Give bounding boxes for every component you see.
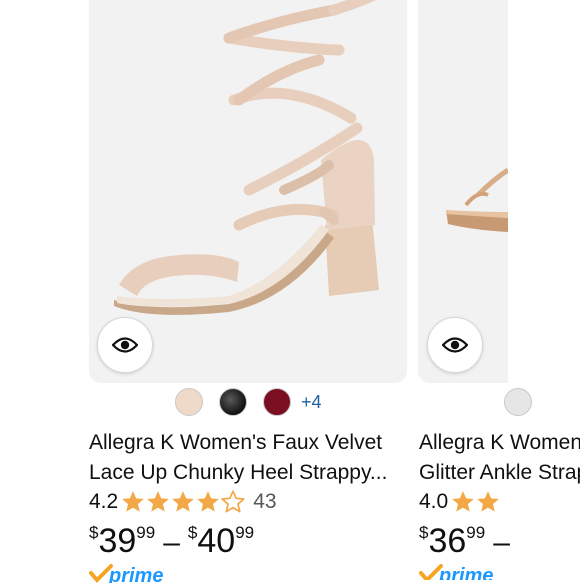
review-count: 43 (253, 490, 277, 513)
price-fraction: 99 (466, 523, 486, 542)
rating-row[interactable]: 4.0 (419, 489, 500, 515)
price-range: $ 39 99 – $ 40 99 (89, 520, 254, 566)
price-fraction: 99 (235, 523, 255, 542)
prime-logo-icon: prime (89, 564, 163, 587)
star-full-icon (172, 491, 195, 512)
more-colors-link[interactable]: +4 (301, 392, 322, 413)
color-swatches: +4 (175, 388, 322, 416)
star-rating (450, 489, 500, 515)
quick-view-button[interactable] (427, 317, 483, 373)
color-swatch-beige[interactable] (175, 388, 203, 416)
product-image[interactable] (89, 0, 407, 383)
price-range: $ 36 99 – (419, 520, 518, 566)
quick-view-button[interactable] (97, 317, 153, 373)
color-swatches (504, 388, 548, 416)
svg-text:prime: prime (438, 565, 493, 580)
product-title[interactable]: Allegra K Women's Glitter Ankle Strap He… (419, 428, 580, 488)
star-full-icon (122, 491, 145, 512)
price-currency: $ (187, 523, 198, 542)
rating-value: 4.0 (419, 490, 449, 513)
color-swatch-silver[interactable] (504, 388, 532, 416)
price-separator: – (493, 526, 510, 559)
eye-icon (112, 337, 138, 353)
price-separator: – (163, 526, 180, 559)
eye-icon (442, 337, 468, 353)
prime-logo-icon: prime (419, 564, 493, 580)
price-currency: $ (419, 523, 429, 542)
prime-badge: prime (89, 563, 179, 588)
color-swatch-black[interactable] (219, 388, 247, 416)
price-whole: 39 (98, 522, 137, 560)
rating-value: 4.2 (89, 490, 119, 513)
product-image[interactable] (418, 0, 508, 383)
price-whole: 40 (197, 522, 236, 560)
star-empty-icon (221, 490, 245, 513)
star-rating (120, 489, 245, 515)
price-currency: $ (89, 523, 99, 542)
svg-text:prime: prime (108, 565, 163, 583)
star-full-icon (452, 491, 475, 512)
prime-badge: prime (419, 563, 509, 580)
star-full-icon (147, 491, 170, 512)
color-swatch-burgundy[interactable] (263, 388, 291, 416)
rating-row[interactable]: 4.2 43 (89, 489, 277, 515)
star-full-icon (477, 491, 500, 512)
product-title[interactable]: Allegra K Women's Faux Velvet Lace Up Ch… (89, 428, 405, 488)
price-whole: 36 (428, 522, 467, 560)
product-card[interactable]: Allegra K Women's Glitter Ankle Strap He… (418, 0, 580, 580)
price-fraction: 99 (136, 523, 156, 542)
star-full-icon (197, 491, 220, 512)
